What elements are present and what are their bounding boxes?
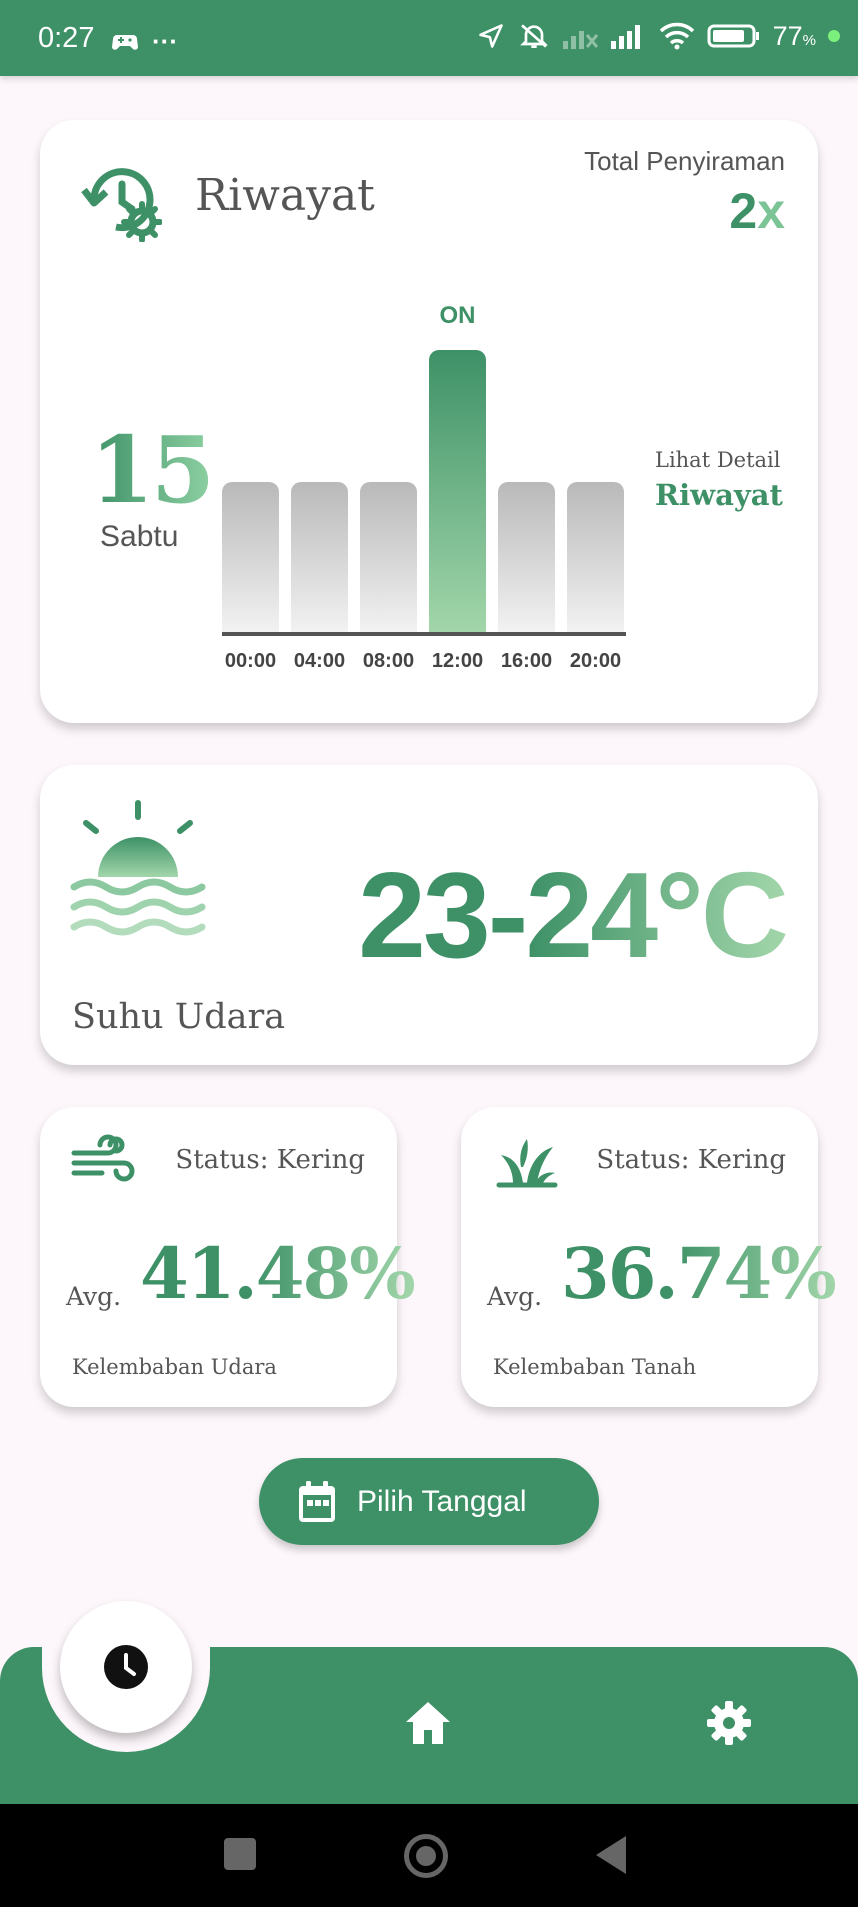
gear-icon[interactable] [706,1700,752,1746]
chart-tick-label: 12:00 [431,650,484,672]
chart-tick-label: 04:00 [293,650,346,672]
chart-baseline [222,632,626,636]
chart-tick-label: 00:00 [224,650,277,672]
mute-bell-icon [519,24,548,48]
home-system-button[interactable] [404,1834,448,1878]
temperature-label: Suhu Udara [72,997,286,1037]
detail-history-link[interactable]: Riwayat [655,478,783,512]
chart-bar-1200 [429,350,486,632]
home-icon[interactable] [404,1700,452,1746]
soil-humidity-value: 36.74% [561,1232,837,1315]
history-title: Riwayat [195,170,375,221]
soil-humidity-avg-label: Avg. [487,1282,543,1311]
air-humidity-avg-label: Avg. [66,1282,122,1311]
app-screen: 0:27 ··· 77% Riwayat Total Penyiraman 2x… [0,0,858,1907]
total-watering-label: Total Penyiraman [584,146,785,176]
system-navigation [0,1804,858,1907]
chart-tick-label: 08:00 [362,650,415,672]
detail-label: Lihat Detail [655,448,781,472]
air-humidity-label: Kelembaban Udara [72,1355,277,1379]
air-humidity-card: Status: Kering Avg. 41.48% Kelembaban Ud… [40,1107,416,1407]
signal-none-icon [562,31,598,49]
wifi-icon [659,22,694,50]
chart-bar-value-label: ON [439,302,476,329]
more-notifications: ··· [152,26,178,56]
total-watering-value: 2x [729,183,785,239]
privacy-indicator [828,30,840,42]
sprout-icon [496,1139,558,1188]
history-settings-icon [81,168,162,242]
pick-date-label: Pilih Tanggal [357,1484,527,1518]
chart-tick-label: 20:00 [569,650,622,672]
pick-date-button[interactable]: Pilih Tanggal [259,1458,599,1545]
soil-humidity-card: Status: Kering Avg. 36.74% Kelembaban Ta… [461,1107,837,1407]
chart-bar-2000 [567,482,624,632]
air-humidity-status: Status: Kering [175,1145,365,1175]
battery-icon [707,24,759,48]
history-card[interactable]: Riwayat Total Penyiraman 2x 15 Sabtu Lih… [40,120,818,723]
day-name: Sabtu [100,520,179,553]
clock-icon [104,1645,148,1689]
chart-bar-0000 [222,482,279,632]
chart-bar-0400 [291,482,348,632]
location-icon [478,24,503,48]
chart-tick-label: 16:00 [500,650,553,672]
back-button[interactable] [596,1836,626,1874]
air-humidity-value: 41.48% [140,1232,416,1315]
wind-icon [71,1134,135,1182]
battery-unit: % [802,31,816,49]
air-temperature-card: 23-24°C Suhu Udara [40,765,818,1065]
recents-button[interactable] [224,1838,256,1870]
status-bar: 0:27 ··· 77% [0,0,858,76]
temperature-value: 23-24°C [358,847,789,983]
soil-humidity-label: Kelembaban Tanah [493,1355,697,1379]
day-number: 15 [90,416,215,524]
status-time: 0:27 [38,22,95,54]
soil-humidity-status: Status: Kering [596,1145,786,1175]
signal-icon [610,25,640,49]
chart-bar-1600 [498,482,555,632]
calendar-icon [299,1480,335,1522]
gamepad-icon [112,34,138,50]
chart-bar-0800 [360,482,417,632]
nav-history-button[interactable] [60,1601,192,1733]
battery-percent: 77 [772,20,803,51]
sun-waves-icon [70,800,206,936]
